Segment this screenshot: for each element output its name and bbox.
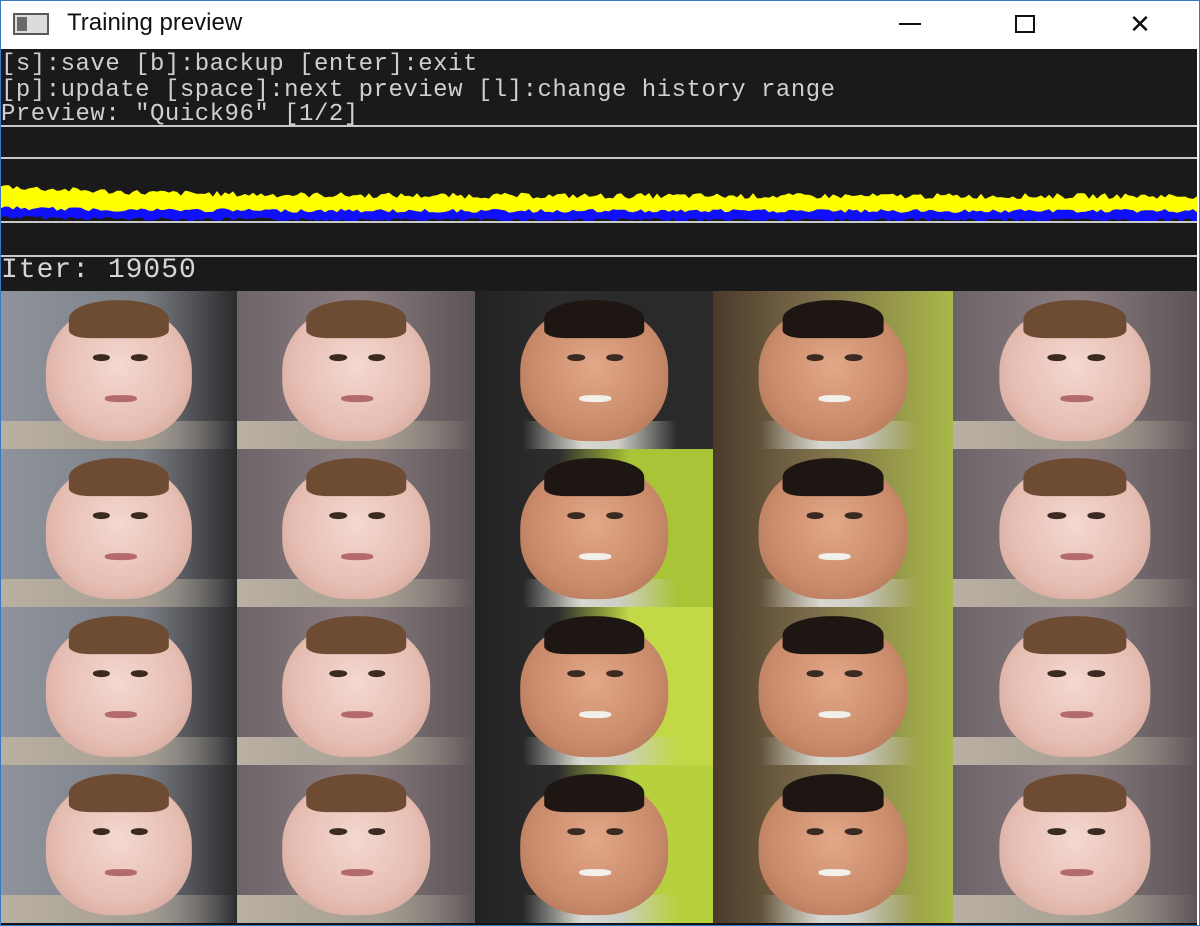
face-image — [520, 299, 668, 442]
face-image — [45, 615, 193, 758]
preview-tile — [237, 291, 475, 449]
title-bar[interactable]: Training preview ✕ — [1, 1, 1199, 49]
face-image — [520, 457, 668, 600]
maximize-button[interactable] — [996, 1, 1054, 47]
face-image — [282, 457, 430, 600]
preview-tile — [475, 449, 713, 607]
preview-tile — [475, 607, 713, 765]
preview-tile — [713, 607, 953, 765]
preview-tile — [713, 291, 953, 449]
close-icon: ✕ — [1129, 8, 1151, 39]
face-image — [758, 457, 908, 600]
preview-tile — [713, 765, 953, 923]
preview-tile — [237, 449, 475, 607]
preview-tile — [1, 291, 237, 449]
window-title: Training preview — [67, 9, 243, 36]
face-image — [999, 457, 1151, 600]
preview-tile — [953, 449, 1197, 607]
preview-tile — [237, 765, 475, 923]
preview-client-area: [s]:save [b]:backup [enter]:exit [p]:upd… — [1, 49, 1197, 925]
separator-line — [1, 125, 1197, 127]
face-image — [520, 773, 668, 916]
face-image — [45, 299, 193, 442]
preview-tile — [953, 291, 1197, 449]
preview-tile — [953, 765, 1197, 923]
face-image — [758, 299, 908, 442]
app-window-icon — [13, 13, 49, 35]
face-image — [45, 457, 193, 600]
face-image — [282, 299, 430, 442]
help-line-1: [s]:save [b]:backup [enter]:exit — [1, 51, 478, 78]
console-panel: [s]:save [b]:backup [enter]:exit [p]:upd… — [1, 49, 1197, 291]
close-button[interactable]: ✕ — [1111, 1, 1169, 47]
loss-series-yellow — [1, 185, 1197, 213]
preview-image-grid — [1, 291, 1197, 923]
preview-tile — [1, 765, 237, 923]
preview-tile — [953, 607, 1197, 765]
face-image — [758, 773, 908, 916]
preview-name-line: Preview: "Quick96" [1/2] — [1, 101, 359, 128]
training-preview-window: Training preview ✕ [s]:save [b]:backup [… — [0, 0, 1200, 926]
preview-tile — [1, 607, 237, 765]
face-image — [282, 615, 430, 758]
preview-tile — [713, 449, 953, 607]
face-image — [45, 773, 193, 916]
separator-line — [1, 221, 1197, 223]
face-image — [999, 615, 1151, 758]
face-image — [999, 299, 1151, 442]
face-image — [520, 615, 668, 758]
preview-tile — [475, 765, 713, 923]
face-image — [282, 773, 430, 916]
preview-tile — [237, 607, 475, 765]
face-image — [999, 773, 1151, 916]
loss-history-graph — [1, 185, 1197, 222]
maximize-icon — [1015, 15, 1035, 33]
minimize-icon — [899, 23, 921, 25]
preview-tile — [1, 449, 237, 607]
help-line-2: [p]:update [space]:next preview [l]:chan… — [1, 77, 836, 104]
iteration-counter: Iter: 19050 — [1, 255, 197, 286]
preview-tile — [475, 291, 713, 449]
minimize-button[interactable] — [881, 1, 939, 47]
face-image — [758, 615, 908, 758]
